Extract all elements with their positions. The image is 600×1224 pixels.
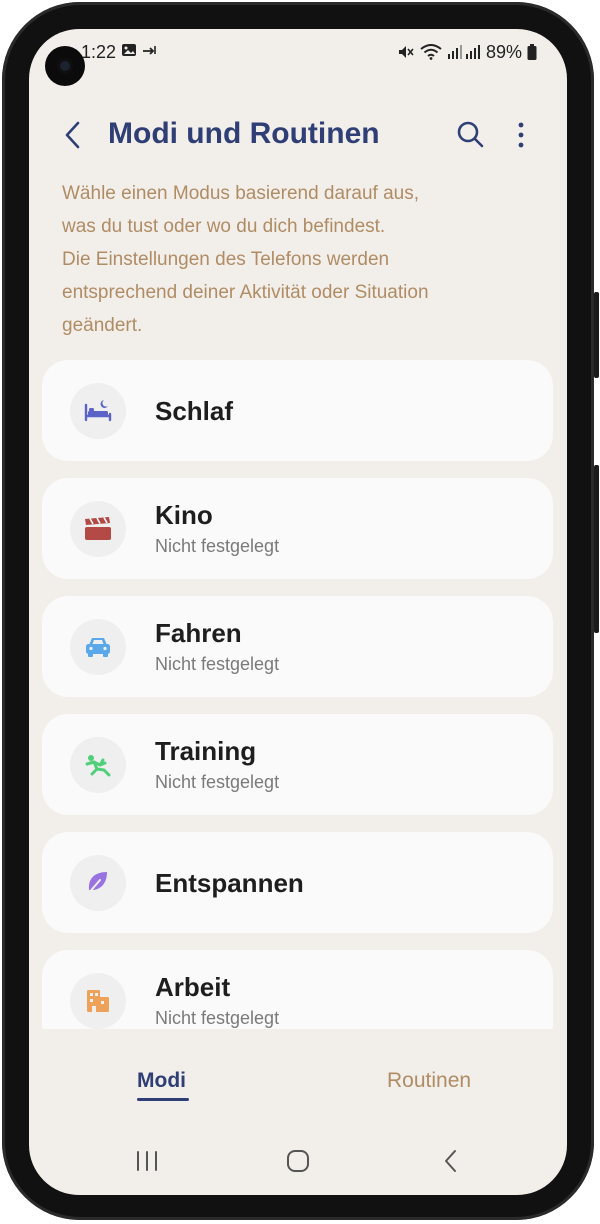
recent-apps-button[interactable] — [134, 1149, 160, 1178]
mode-card-training[interactable]: Training Nicht festgelegt — [42, 714, 553, 815]
mode-title: Schlaf — [155, 396, 234, 426]
mode-title: Kino — [155, 500, 213, 530]
battery-percent: 89% — [485, 42, 522, 62]
mode-card-schlaf[interactable]: Schlaf — [42, 360, 553, 461]
mode-title: Arbeit — [155, 972, 231, 1002]
description-line: geändert. — [62, 315, 143, 336]
back-nav-button[interactable] — [439, 1149, 463, 1178]
car-icon — [86, 638, 110, 657]
mode-icon-wrap — [70, 501, 126, 557]
more-vert-icon — [518, 122, 524, 148]
clapperboard-icon — [85, 517, 111, 540]
bed-icon — [84, 400, 112, 422]
mode-title: Entspannen — [155, 868, 304, 898]
status-time: 1:22 — [81, 42, 117, 62]
home-button[interactable] — [286, 1149, 310, 1178]
signal-icon — [447, 45, 480, 59]
description-line: entsprechend deiner Aktivität oder Situa… — [62, 282, 429, 303]
volume-button — [594, 292, 599, 378]
leaf-icon — [87, 872, 107, 895]
mode-title: Training — [155, 736, 257, 766]
status-bar: 1:22 89% — [29, 39, 567, 67]
mode-list: Schlaf Kino Nicht festgelegt Fahren Nich… — [42, 360, 554, 1029]
description-line: Die Einstellungen des Telefons werden — [62, 249, 390, 270]
status-left-icons — [121, 42, 159, 61]
mode-icon-wrap — [70, 383, 126, 439]
power-button — [594, 465, 599, 633]
search-button[interactable] — [455, 119, 487, 151]
back-nav-icon — [445, 1150, 456, 1172]
status-right: 89% — [397, 42, 537, 63]
image-icon — [122, 44, 136, 56]
mode-icon-wrap — [70, 973, 126, 1029]
app-bar: Modi und Routinen — [29, 107, 567, 163]
tab-routinen[interactable]: Routinen — [387, 1069, 471, 1093]
mode-icon-wrap — [70, 619, 126, 675]
back-arrow-icon — [65, 121, 80, 149]
front-camera — [45, 46, 85, 86]
mode-card-kino[interactable]: Kino Nicht festgelegt — [42, 478, 553, 579]
data-transfer-icon — [143, 46, 157, 55]
system-nav-bar — [29, 1139, 567, 1185]
description-line: Wähle einen Modus basierend darauf aus, — [62, 183, 420, 204]
mode-status: Nicht festgelegt — [155, 536, 280, 556]
tab-active-indicator — [137, 1098, 189, 1101]
mode-status: Nicht festgelegt — [155, 654, 280, 674]
mode-card-arbeit[interactable]: Arbeit Nicht festgelegt — [42, 950, 553, 1029]
home-icon — [287, 1150, 309, 1172]
description-line: was du tust oder wo du dich befindest. — [62, 216, 386, 237]
mode-status: Nicht festgelegt — [155, 772, 280, 792]
back-button[interactable] — [59, 117, 89, 153]
mode-title: Fahren — [155, 618, 242, 648]
search-icon — [457, 121, 484, 148]
wifi-icon — [420, 44, 442, 60]
mode-status: Nicht festgelegt — [155, 1008, 280, 1028]
battery-icon — [527, 44, 537, 60]
phone: 1:22 89% Modi und Routinen Wähle einen M… — [0, 0, 599, 1224]
tab-modi[interactable]: Modi — [137, 1069, 186, 1093]
description: Wähle einen Modus basierend darauf aus, … — [62, 177, 532, 342]
mode-icon-wrap — [70, 855, 126, 911]
page-title: Modi und Routinen — [108, 117, 380, 150]
bottom-tabs: Modi Routinen — [29, 1059, 567, 1119]
more-options-button[interactable] — [511, 119, 531, 151]
mode-icon-wrap — [70, 737, 126, 793]
screen: 1:22 89% Modi und Routinen Wähle einen M… — [29, 29, 567, 1195]
mode-card-entspannen[interactable]: Entspannen — [42, 832, 553, 933]
recent-apps-icon — [137, 1151, 157, 1171]
running-icon — [85, 755, 111, 777]
mode-card-fahren[interactable]: Fahren Nicht festgelegt — [42, 596, 553, 697]
building-icon — [87, 990, 109, 1012]
mute-icon — [398, 46, 414, 58]
